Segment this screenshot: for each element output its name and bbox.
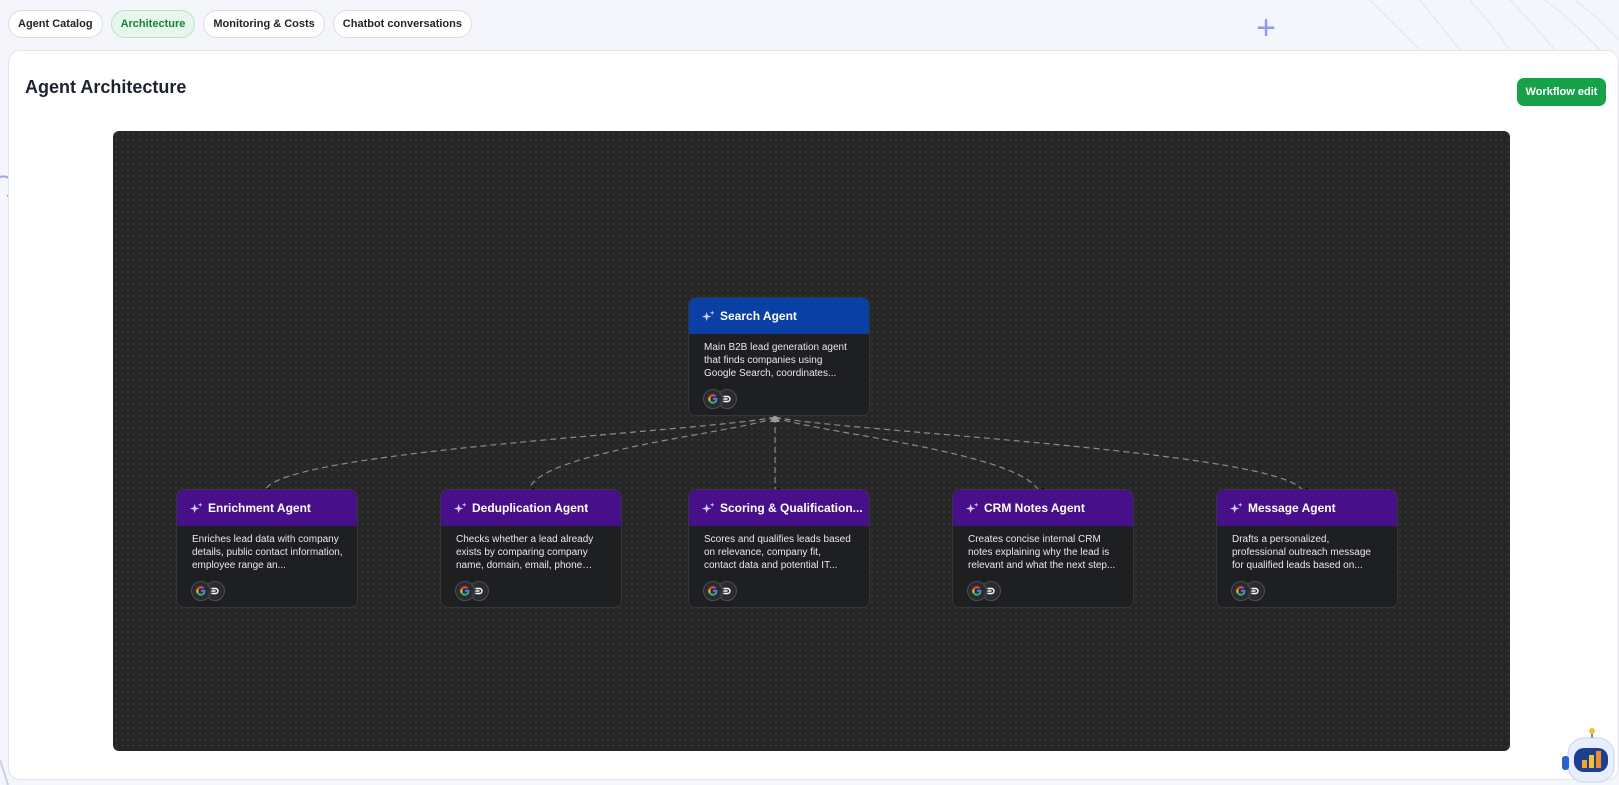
agent-description: Enriches lead data with company details,… [192, 534, 343, 571]
tab-agent-catalog[interactable]: Agent Catalog [8, 10, 103, 38]
edge-message [774, 416, 1304, 492]
agent-tools [1231, 581, 1397, 603]
agent-name: Message Agent [1248, 501, 1336, 515]
workflow-edit-button[interactable]: Workflow edit [1517, 78, 1606, 106]
architecture-panel: Agent Architecture Workflow edit Search … [8, 50, 1619, 780]
google-icon [703, 389, 723, 409]
google-icon [191, 581, 211, 601]
edge-crm-notes [774, 416, 1040, 492]
agent-description: Creates concise internal CRM notes expla… [968, 534, 1116, 571]
agent-tools [703, 389, 869, 411]
agent-tools [967, 581, 1133, 603]
agent-name: CRM Notes Agent [984, 501, 1085, 515]
agent-tools [455, 581, 621, 603]
agent-name: Enrichment Agent [208, 501, 311, 515]
agent-description: Main B2B lead generation agent that find… [704, 342, 847, 379]
agent-node-header: Message Agent [1217, 490, 1397, 526]
agent-node-header: Scoring & Qualification... [689, 490, 869, 526]
agent-node-scoring[interactable]: Scoring & Qualification... Scores and qu… [688, 489, 870, 608]
google-icon [703, 581, 723, 601]
sparkle-icon [454, 501, 467, 513]
sparkle-icon [966, 501, 979, 513]
google-icon [1231, 581, 1251, 601]
tab-architecture[interactable]: Architecture [110, 10, 196, 38]
google-icon [967, 581, 987, 601]
tab-chatbot-conversations[interactable]: Chatbot conversations [332, 10, 472, 38]
google-icon [455, 581, 475, 601]
edge-enrichment [264, 416, 776, 492]
agent-name: Search Agent [720, 309, 797, 323]
agent-tools [191, 581, 357, 603]
agent-node-crm-notes[interactable]: CRM Notes Agent Creates concise internal… [952, 489, 1134, 608]
page-title: Agent Architecture [25, 77, 187, 97]
agent-tools [703, 581, 869, 603]
tab-monitoring-costs[interactable]: Monitoring & Costs [203, 10, 325, 38]
sparkle-icon [702, 501, 715, 513]
agent-name: Deduplication Agent [472, 501, 589, 515]
edge-deduplication [528, 416, 776, 492]
tab-bar: Agent Catalog Architecture Monitoring & … [8, 10, 472, 38]
agent-node-message[interactable]: Message Agent Drafts a personalized, pro… [1216, 489, 1398, 608]
agent-name: Scoring & Qualification... [720, 501, 863, 515]
agent-node-header: Enrichment Agent [177, 490, 357, 526]
connection-lines [264, 414, 1311, 496]
agent-node-deduplication[interactable]: Deduplication Agent Checks whether a lea… [440, 489, 622, 608]
agent-description: Scores and qualifies leads based on rele… [704, 534, 851, 571]
sparkle-icon [1230, 501, 1243, 513]
agent-description: Checks whether a lead already exists by … [456, 534, 594, 571]
workflow-canvas[interactable]: Search Agent Main B2B lead generation ag… [113, 131, 1510, 751]
agent-node-header: Deduplication Agent [441, 490, 621, 526]
agent-description: Drafts a personalized, professional outr… [1232, 534, 1371, 571]
sparkle-icon [702, 309, 715, 321]
agent-node-header: Search Agent [689, 298, 869, 334]
agent-node-enrichment[interactable]: Enrichment Agent Enriches lead data with… [176, 489, 358, 608]
agent-node-search[interactable]: Search Agent Main B2B lead generation ag… [688, 297, 870, 416]
plus-icon: + [1256, 9, 1276, 47]
agent-node-header: CRM Notes Agent [953, 490, 1133, 526]
sparkle-icon [190, 501, 203, 513]
assistant-robot-icon[interactable] [1562, 728, 1618, 785]
